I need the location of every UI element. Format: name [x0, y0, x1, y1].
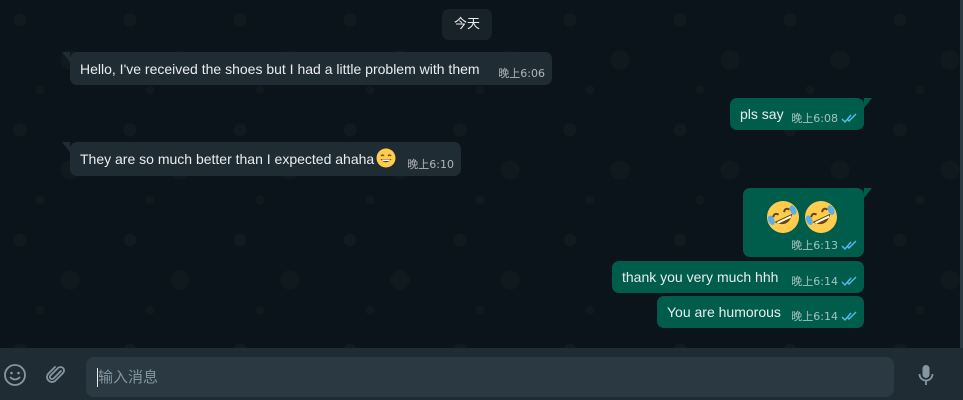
double-check-icon [841, 276, 857, 286]
composer-bar [0, 348, 963, 400]
message-time: 晚上6:13 [791, 239, 838, 252]
smiley-icon[interactable] [1, 361, 29, 389]
message-time: 晚上6:14 [791, 310, 838, 323]
double-check-icon [841, 311, 857, 321]
message-bubble-incoming[interactable]: Hello, I've received the shoes but I had… [62, 52, 552, 85]
message-time-wrap: 晚上6:10 [407, 156, 454, 172]
message-text: You are humorous [667, 304, 781, 320]
paperclip-icon[interactable] [42, 361, 70, 389]
message-text: thank you very much hhh [622, 269, 779, 285]
message-time: 晚上6:06 [498, 67, 545, 80]
message-bubble-incoming[interactable]: They are so much better than I expected … [62, 142, 461, 176]
double-check-icon [841, 113, 857, 123]
text-caret [97, 368, 98, 387]
message-time: 晚上6:14 [791, 275, 838, 288]
rolling-on-floor-laughing-emoji-icon [767, 201, 799, 233]
message-bubble-outgoing[interactable]: pls say 晚上6:08 [730, 98, 872, 130]
grinning-face-emoji-icon [376, 148, 396, 168]
message-time-wrap: 晚上6:08 [791, 110, 857, 126]
message-text: They are so much better than I expected … [80, 151, 375, 167]
double-check-icon [841, 240, 857, 250]
microphone-icon[interactable] [912, 361, 940, 389]
message-bubble-outgoing[interactable]: thank you very much hhh 晚上6:14 [612, 261, 864, 293]
message-text: Hello, I've received the shoes but I had… [80, 61, 480, 77]
message-time-wrap: 晚上6:06 [498, 65, 545, 81]
message-time: 晚上6:10 [407, 158, 454, 171]
date-chip: 今天 [442, 9, 493, 40]
message-input[interactable] [86, 357, 894, 397]
message-time: 晚上6:08 [791, 112, 838, 125]
message-time-wrap: 晚上6:13 [791, 237, 857, 253]
message-text: pls say [740, 106, 784, 122]
message-bubble-outgoing[interactable]: You are humorous 晚上6:14 [657, 296, 864, 328]
rolling-on-floor-laughing-emoji-icon [805, 201, 837, 233]
message-bubble-outgoing[interactable]: 晚上6:13 [743, 188, 872, 257]
message-time-wrap: 晚上6:14 [791, 273, 857, 289]
message-time-wrap: 晚上6:14 [791, 308, 857, 324]
chat-panel: 今天 Hello, I've received the shoes but I … [0, 0, 963, 348]
